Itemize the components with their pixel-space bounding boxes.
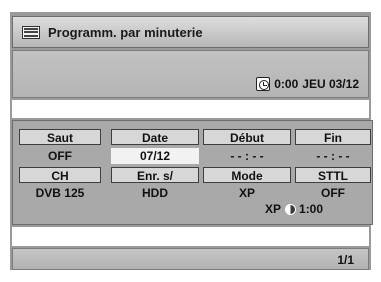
half-circle-icon	[285, 203, 297, 215]
header-record-to: Enr. s/	[111, 167, 199, 183]
header-skip: Saut	[19, 129, 101, 145]
remaining-time: XP 1:00	[265, 202, 323, 216]
header-start: Début	[203, 129, 291, 145]
channel-value[interactable]: DVB 125	[19, 185, 101, 201]
separator-band-top	[12, 100, 369, 118]
header-mode: Mode	[203, 167, 291, 183]
page-indicator: 1/1	[337, 253, 354, 267]
footer-bar: 1/1	[12, 248, 369, 270]
start-time-value[interactable]: - - : - -	[203, 148, 291, 164]
header-end: Fin	[295, 129, 371, 145]
timer-list-icon	[22, 25, 40, 39]
skip-value[interactable]: OFF	[19, 148, 101, 164]
mode-value[interactable]: XP	[203, 185, 291, 201]
header-channel: CH	[19, 167, 101, 183]
title-bar: Programm. par minuterie	[12, 16, 369, 48]
clock-time: 0:00	[274, 77, 299, 91]
clock-icon	[256, 77, 271, 91]
clock-date: JEU 03/12	[302, 77, 359, 91]
record-to-value[interactable]: HDD	[111, 185, 199, 201]
clock-display: 0:00 JEU 03/12	[256, 77, 359, 91]
page-title: Programm. par minuterie	[48, 24, 203, 40]
remaining-time-value: 1:00	[299, 202, 324, 216]
header-subtitles: STTL	[295, 167, 371, 183]
header-date: Date	[111, 129, 199, 145]
separator-band-bottom	[12, 227, 369, 246]
end-time-value[interactable]: - - : - -	[295, 148, 371, 164]
subtitles-value[interactable]: OFF	[295, 185, 371, 201]
info-panel: 0:00 JEU 03/12	[12, 50, 369, 98]
remaining-mode: XP	[265, 202, 282, 216]
date-value[interactable]: 07/12	[111, 148, 199, 164]
timer-program-table: Saut Date Début Fin OFF 07/12 - - : - - …	[12, 120, 373, 225]
